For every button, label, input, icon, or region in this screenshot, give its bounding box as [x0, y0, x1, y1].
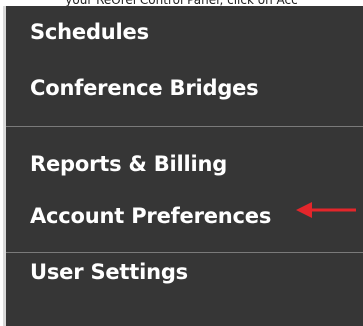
menu-divider	[6, 252, 363, 253]
menu-item-reports-billing[interactable]: Reports & Billing	[30, 152, 227, 176]
menu-panel: Schedules Conference Bridges Reports & B…	[3, 6, 363, 326]
menu-item-account-preferences[interactable]: Account Preferences	[30, 204, 271, 228]
arrow-left-icon	[296, 202, 356, 218]
menu-item-schedules[interactable]: Schedules	[30, 20, 149, 44]
screenshot-canvas: your ReOrel Control Panel, click on Acc …	[0, 0, 363, 326]
menu-item-user-settings[interactable]: User Settings	[30, 260, 188, 284]
menu-divider	[6, 126, 363, 127]
menu-item-conference-bridges[interactable]: Conference Bridges	[30, 76, 259, 100]
